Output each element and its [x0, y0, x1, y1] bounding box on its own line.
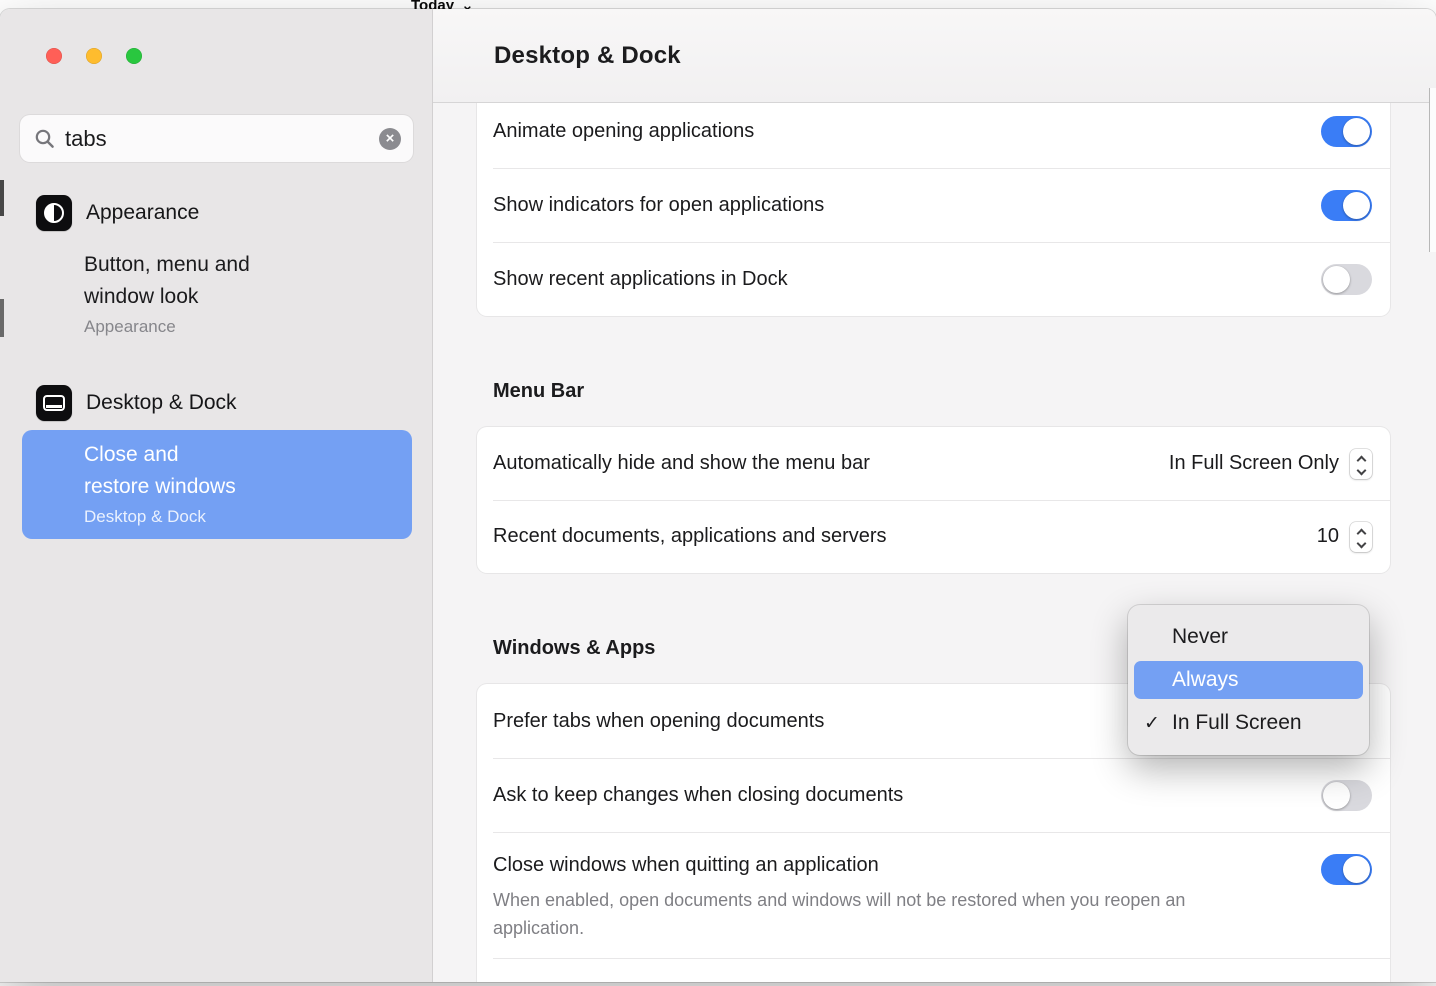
desktop-window-icon [43, 395, 65, 411]
toggle-knob [1343, 192, 1370, 219]
sidebar: × Appearance Button, menu and window loo… [0, 9, 433, 982]
toggle-knob [1343, 856, 1370, 883]
chevron-down-icon [1356, 465, 1366, 475]
setting-label: Show recent applications in Dock [493, 268, 788, 291]
result-category: Desktop & Dock [84, 505, 396, 528]
setting-description: When enabled, open documents and windows… [493, 886, 1193, 942]
system-settings-window: × Appearance Button, menu and window loo… [0, 9, 1436, 982]
page-title: Desktop & Dock [494, 42, 681, 70]
setting-label: Ask to keep changes when closing documen… [493, 784, 903, 807]
menu-item-in-full-screen[interactable]: ✓ In Full Screen [1134, 704, 1363, 742]
background-window-sliver [0, 299, 4, 337]
toggle-show-indicators[interactable] [1321, 190, 1372, 221]
contrast-circle-icon [44, 203, 64, 223]
screen: Today ⌄ × [0, 0, 1436, 986]
checkmark-icon: ✓ [1144, 712, 1172, 735]
background-window-edge [1429, 88, 1436, 252]
app-label-appearance: Appearance [86, 201, 199, 225]
clear-search-icon[interactable]: × [379, 128, 401, 150]
setting-row-ask-to-keep-changes: Ask to keep changes when closing documen… [477, 758, 1390, 832]
setting-row-hide-menu-bar: Automatically hide and show the menu bar… [477, 427, 1390, 500]
minimize-window-button[interactable] [86, 48, 102, 64]
toggle-ask-keep-changes[interactable] [1321, 780, 1372, 811]
setting-label: Recent documents, applications and serve… [493, 525, 887, 548]
search-icon [34, 128, 55, 149]
close-window-button[interactable] [46, 48, 62, 64]
menu-item-label: Always [1172, 668, 1239, 692]
main-pane: Desktop & Dock Animate opening applicati… [433, 9, 1436, 982]
setting-label: Animate opening applications [493, 120, 754, 143]
search-result-button-menu-window-look[interactable]: Button, menu and window look Appearance [84, 249, 250, 338]
search-result-app-desktop-dock[interactable]: Desktop & Dock [36, 385, 412, 421]
popup-button-hide-menu-bar[interactable]: In Full Screen Only [1169, 449, 1372, 479]
selected-value: In Full Screen Only [1169, 452, 1339, 475]
chevron-up-icon [1356, 528, 1366, 538]
setting-row-animate-opening: Animate opening applications [477, 103, 1390, 168]
dropdown-menu-prefer-tabs: Never Always ✓ In Full Screen [1128, 605, 1369, 755]
toggle-knob [1343, 118, 1370, 145]
search-result-app-appearance[interactable]: Appearance [36, 195, 412, 231]
pane-header: Desktop & Dock [433, 9, 1436, 103]
setting-label: Automatically hide and show the menu bar [493, 452, 870, 475]
setting-row-close-windows-on-quit: Close windows when quitting an applicati… [477, 832, 1390, 958]
setting-row-clipped [477, 958, 1390, 982]
selected-value: 10 [1317, 525, 1339, 548]
setting-label: Close windows when quitting an applicati… [493, 854, 1193, 877]
section-heading-menu-bar: Menu Bar [493, 377, 1390, 405]
menu-item-always[interactable]: Always [1134, 661, 1363, 699]
chevron-up-icon [1356, 455, 1366, 465]
setting-row-show-recent-apps: Show recent applications in Dock [477, 242, 1390, 316]
result-title-line: restore windows [84, 471, 396, 503]
app-label-desktop-dock: Desktop & Dock [86, 391, 237, 415]
result-title-line: Close and [84, 439, 396, 471]
chevron-down-icon [1356, 538, 1366, 548]
menu-item-label: Never [1172, 625, 1228, 649]
toggle-knob [1323, 782, 1350, 809]
zoom-window-button[interactable] [126, 48, 142, 64]
menu-bar-settings-card: Automatically hide and show the menu bar… [477, 427, 1390, 573]
settings-scroll-area[interactable]: Animate opening applications Show indica… [433, 103, 1436, 982]
stepper-icon[interactable] [1350, 522, 1372, 552]
toggle-knob [1323, 266, 1350, 293]
setting-label: Prefer tabs when opening documents [493, 710, 824, 733]
result-category: Appearance [84, 315, 250, 338]
setting-row-recent-documents: Recent documents, applications and serve… [477, 500, 1390, 573]
background-window-sliver [0, 180, 4, 216]
setting-text-block: Close windows when quitting an applicati… [493, 854, 1193, 942]
toggle-animate-opening[interactable] [1321, 116, 1372, 147]
appearance-app-icon [36, 195, 72, 231]
stepper-icon[interactable] [1350, 449, 1372, 479]
setting-label: Show indicators for open applications [493, 194, 824, 217]
search-field[interactable]: × [20, 115, 413, 162]
menu-item-label: In Full Screen [1172, 711, 1302, 735]
desktop-dock-app-icon [36, 385, 72, 421]
toggle-close-windows-on-quit[interactable] [1321, 854, 1372, 885]
result-title-line: window look [84, 281, 250, 313]
window-controls [46, 48, 142, 64]
toggle-show-recent-apps[interactable] [1321, 264, 1372, 295]
search-input[interactable] [65, 126, 369, 152]
dock-settings-card: Animate opening applications Show indica… [477, 103, 1390, 316]
result-title-line: Button, menu and [84, 249, 250, 281]
menu-item-never[interactable]: Never [1134, 618, 1363, 656]
stepper-recent-documents[interactable]: 10 [1317, 522, 1372, 552]
setting-row-show-indicators: Show indicators for open applications [477, 168, 1390, 242]
search-result-close-restore-windows-selected[interactable]: Close and restore windows Desktop & Dock [22, 430, 412, 539]
